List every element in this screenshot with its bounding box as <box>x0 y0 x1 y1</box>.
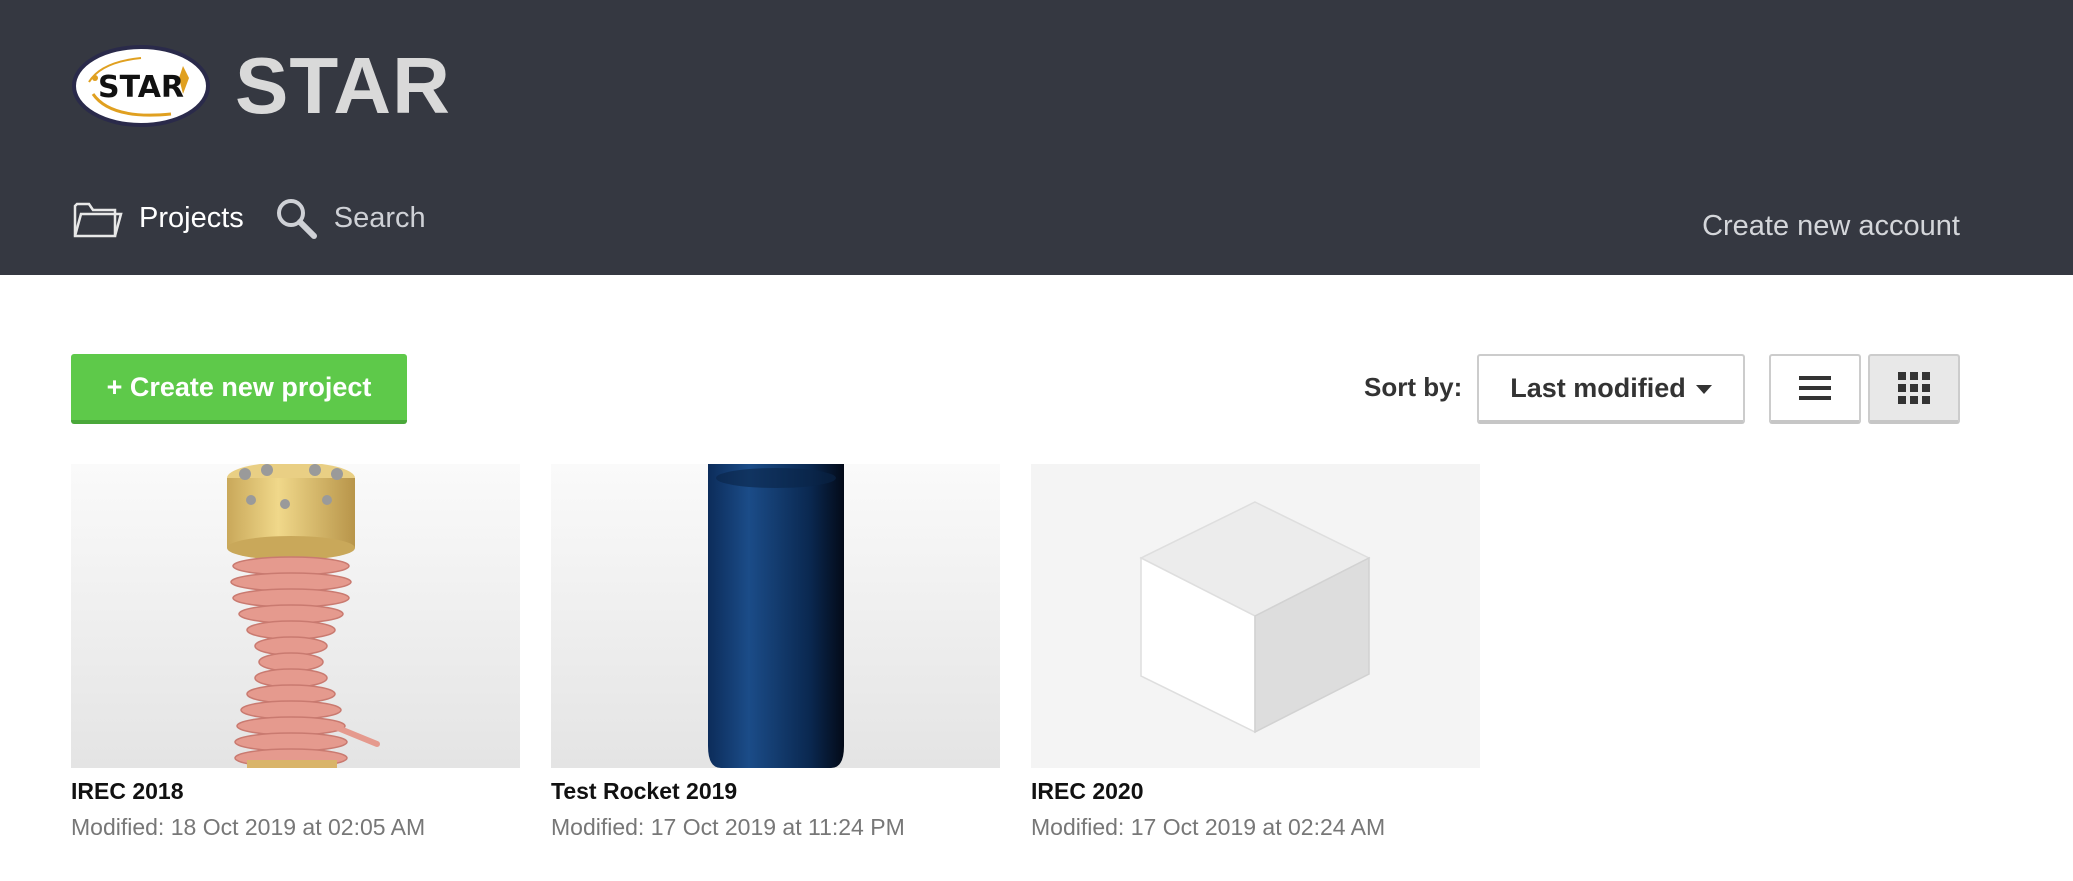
grid-view-icon <box>1898 372 1930 404</box>
brand[interactable]: STAR STAR <box>71 44 451 128</box>
project-title: IREC 2018 <box>71 778 184 804</box>
nav-projects[interactable]: Projects <box>71 196 244 240</box>
logo-text: STAR <box>98 70 184 105</box>
sort-value: Last modified <box>1510 372 1686 403</box>
cube-placeholder-icon <box>1031 464 1480 768</box>
project-modified: Modified: 18 Oct 2019 at 02:05 AM <box>71 814 426 840</box>
list-view-button[interactable] <box>1769 354 1861 424</box>
project-title: IREC 2020 <box>1031 778 1144 804</box>
main-nav: Projects Search <box>71 196 456 240</box>
nav-search-label: Search <box>333 202 426 234</box>
project-thumbnail <box>71 464 520 768</box>
sort-dropdown[interactable]: Last modified <box>1477 354 1745 424</box>
star-logo: STAR <box>72 45 210 127</box>
project-modified: Modified: 17 Oct 2019 at 11:24 PM <box>551 814 905 840</box>
caret-down-icon <box>1695 384 1712 394</box>
nav-projects-label: Projects <box>139 202 244 234</box>
project-toolbar: + Create new project Sort by: Last modif… <box>71 354 1960 426</box>
project-thumbnail <box>1031 464 1480 768</box>
create-project-button[interactable]: + Create new project <box>71 354 407 424</box>
nav-search[interactable]: Search <box>274 196 426 240</box>
project-card[interactable]: Test Rocket 2019 Modified: 17 Oct 2019 a… <box>551 464 1000 842</box>
app-header: STAR STAR Projects Search Create new acc… <box>0 0 2073 275</box>
folder-icon <box>73 202 123 238</box>
create-account-link[interactable]: Create new account <box>1702 206 1960 246</box>
project-card[interactable]: IREC 2018 Modified: 18 Oct 2019 at 02:05… <box>71 464 520 842</box>
project-grid: IREC 2018 Modified: 18 Oct 2019 at 02:05… <box>71 464 1511 842</box>
project-title: Test Rocket 2019 <box>551 778 738 804</box>
app-title: STAR <box>235 41 451 130</box>
project-card[interactable]: IREC 2020 Modified: 17 Oct 2019 at 02:24… <box>1031 464 1480 842</box>
grid-view-button[interactable] <box>1868 354 1960 424</box>
sort-label: Sort by: <box>1364 372 1463 402</box>
list-view-icon <box>1799 376 1831 400</box>
project-thumbnail <box>551 464 1000 768</box>
search-icon <box>276 199 317 239</box>
project-modified: Modified: 17 Oct 2019 at 02:24 AM <box>1031 814 1386 840</box>
